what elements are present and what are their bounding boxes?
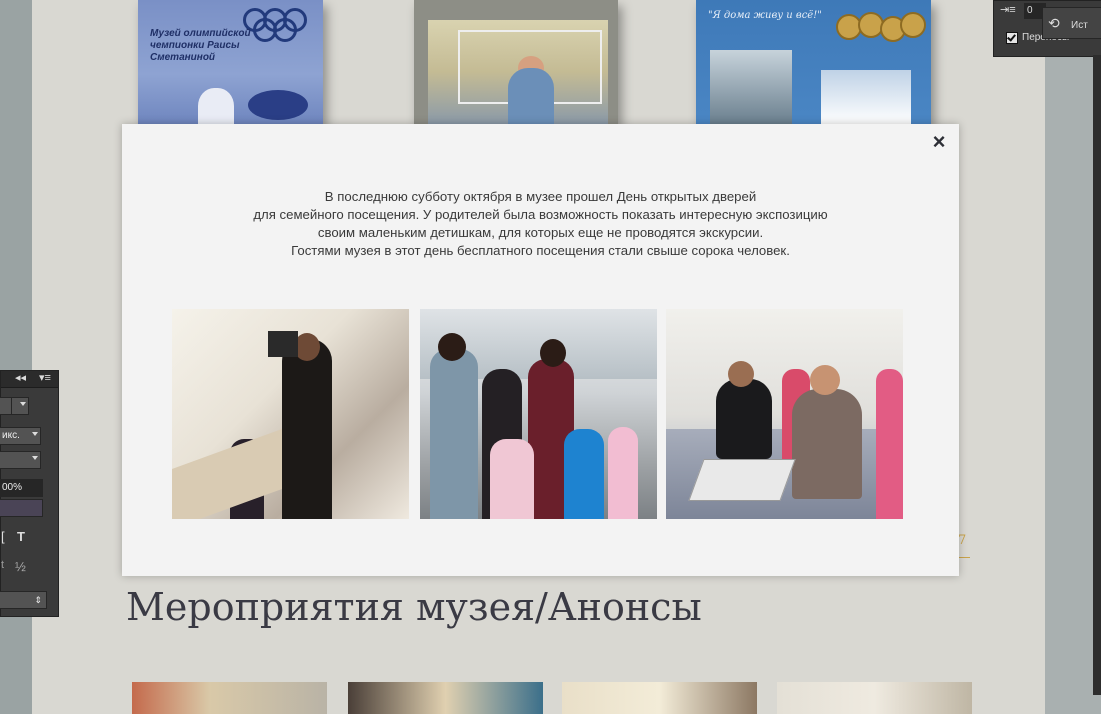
athlete-image — [821, 70, 911, 124]
book-cover-photo[interactable] — [414, 0, 618, 124]
medals-image — [836, 10, 926, 46]
panel-menu-icon[interactable]: ▾≡ — [39, 371, 51, 384]
color-swatch[interactable] — [0, 499, 43, 517]
panel-header[interactable]: ◂◂ ▾≡ — [1, 371, 58, 388]
gallery-photo[interactable] — [172, 309, 409, 519]
disc-image — [248, 90, 308, 120]
book-photo — [428, 20, 608, 124]
indent-value: 0 — [1027, 5, 1033, 16]
modal-text-line: своим маленьким детишкам, для которых ещ… — [317, 225, 764, 240]
underline-icon[interactable]: [ — [1, 529, 5, 544]
photoshop-character-panel: ◂◂ ▾≡ икс. 00% [ T t ½ ⇕ — [0, 370, 59, 617]
gallery-photo[interactable] — [666, 309, 903, 519]
letter-t-icon[interactable]: t — [1, 559, 4, 571]
history-icon: ⟲ — [1048, 15, 1060, 31]
news-modal: × В последнюю субботу октября в музее пр… — [122, 124, 959, 576]
leading-unit: икс. — [2, 430, 20, 441]
history-label: Ист — [1071, 20, 1088, 31]
leading-dropdown[interactable]: икс. — [0, 427, 41, 445]
language-dropdown[interactable]: ⇕ — [0, 591, 47, 609]
modal-description: В последнюю субботу октября в музее прош… — [182, 188, 899, 260]
book-title: Музей олимпийской чемпионки Раисы Сметан… — [150, 28, 251, 63]
portrait-image — [710, 50, 792, 124]
section-title: Мероприятия музея/Анонсы — [126, 585, 702, 629]
scale-value: 00% — [2, 482, 23, 493]
close-icon[interactable]: × — [929, 131, 949, 153]
book-cover-blue[interactable]: "Я дома живу и всё!" — [696, 0, 931, 124]
collapse-icon[interactable]: ◂◂ — [15, 371, 26, 384]
scale-input[interactable]: 00% — [0, 479, 43, 497]
book-cover-smetanina[interactable]: Музей олимпийской чемпионки Раисы Сметан… — [138, 0, 323, 124]
indent-icon[interactable]: ⇥≡ — [1000, 3, 1016, 16]
event-thumbnail[interactable] — [562, 682, 757, 714]
modal-text-line: для семейного посещения. У родителей был… — [253, 207, 828, 222]
event-thumbnail[interactable] — [777, 682, 972, 714]
photoshop-paragraph-panel: ⇥≡ 0 Переносы ⟲ Ист — [993, 0, 1101, 57]
panel-dock-edge — [1093, 55, 1101, 695]
event-thumbnail[interactable] — [132, 682, 327, 714]
cup-image — [198, 88, 234, 124]
dropdown-button[interactable] — [11, 397, 29, 415]
partial-page-number: 7 — [958, 533, 967, 548]
history-panel-tab[interactable]: ⟲ Ист — [1042, 7, 1101, 39]
gallery-photo[interactable] — [420, 309, 657, 519]
hyphenation-checkbox[interactable] — [1006, 32, 1018, 44]
modal-text-line: Гостями музея в этот день бесплатного по… — [291, 243, 790, 258]
tracking-dropdown[interactable] — [0, 451, 41, 469]
modal-text-line: В последнюю субботу октября в музее прош… — [324, 189, 757, 204]
book-quote: "Я дома живу и всё!" — [708, 10, 822, 21]
strikethrough-icon[interactable]: T — [17, 529, 25, 544]
fraction-icon[interactable]: ½ — [15, 559, 26, 574]
event-thumbnail[interactable] — [348, 682, 543, 714]
